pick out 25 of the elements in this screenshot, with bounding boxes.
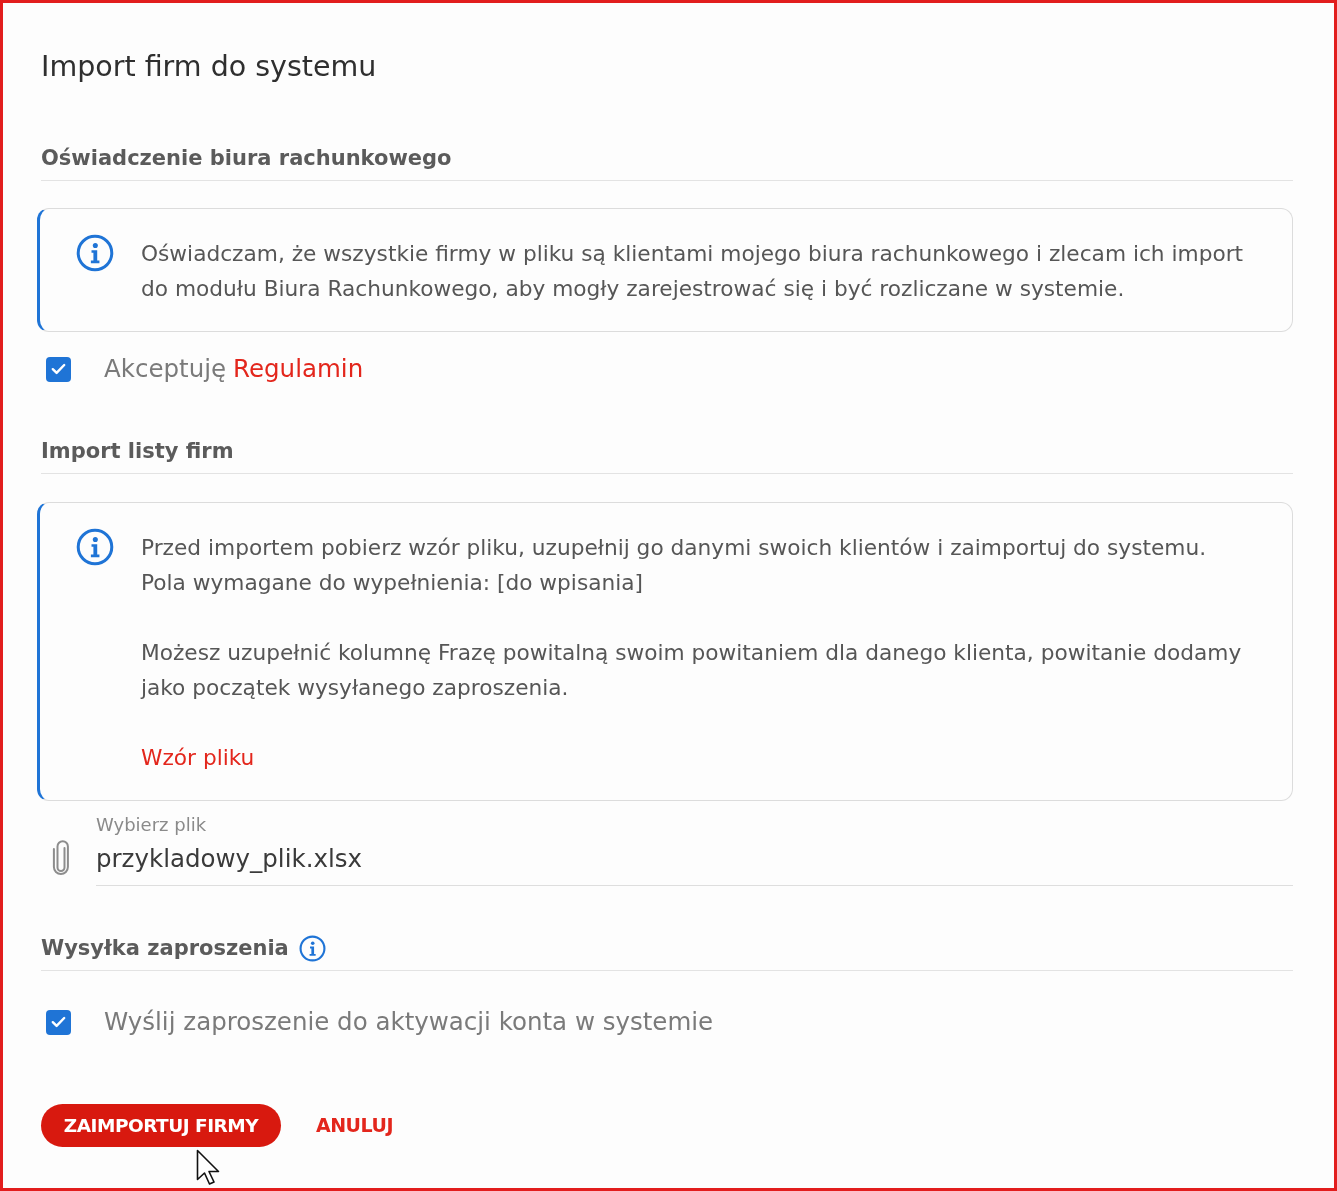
notice-text: Oświadczam, że wszystkie firmy w pliku są klientami mojego biura rachunkowego i zlecam ich import do modułu Biura Rachunkowego, aby mogły zarejestrować się i być rozliczane w systemie. [141,240,1245,303]
section-heading: Oświadczenie biura rachunkowego [41,145,452,172]
field-label: Wybierz plik [96,814,207,836]
section-heading: Import listy firm [41,438,234,465]
import-button[interactable]: ZAIMPORTUJ FIRMY [41,1104,281,1147]
mouse-pointer-icon [196,1149,220,1186]
cancel-button[interactable]: ANULUJ [316,1104,393,1147]
dialog-title: Import firm do systemu [41,49,378,85]
info-icon [76,528,114,566]
checkmark-icon [51,1016,66,1028]
checkbox[interactable] [46,356,71,382]
info-icon [76,234,114,272]
checkmark-icon [51,363,66,375]
checkbox-label: Wyślij zaproszenie do aktywacji konta w systemie [104,1006,714,1038]
paperclip-icon [50,839,72,877]
template-link[interactable]: Wzór pliku [141,740,255,775]
terms-link[interactable]: Regulamin [233,353,364,385]
section-heading: Wysyłka zaproszenia [41,935,289,962]
info-icon[interactable] [298,934,326,962]
notice-text: Przed importem pobierz wzór pliku, uzupełnij go danymi swoich klientów i zaimportuj do systemu. [141,534,1208,562]
notice-text: Możesz uzupełnić kolumnę Frazę powitalną swoim powitaniem dla danego klienta, powitanie dodamy jako początek wysyłanego zaproszenia. [141,639,1243,702]
file-input[interactable]: przykladowy_plik.xlsx [96,840,1293,886]
checkbox[interactable] [46,1009,71,1035]
checkbox-label: Akceptuję [104,353,227,385]
notice-text: Pola wymagane do wypełnienia: [do wpisania] [141,569,644,597]
